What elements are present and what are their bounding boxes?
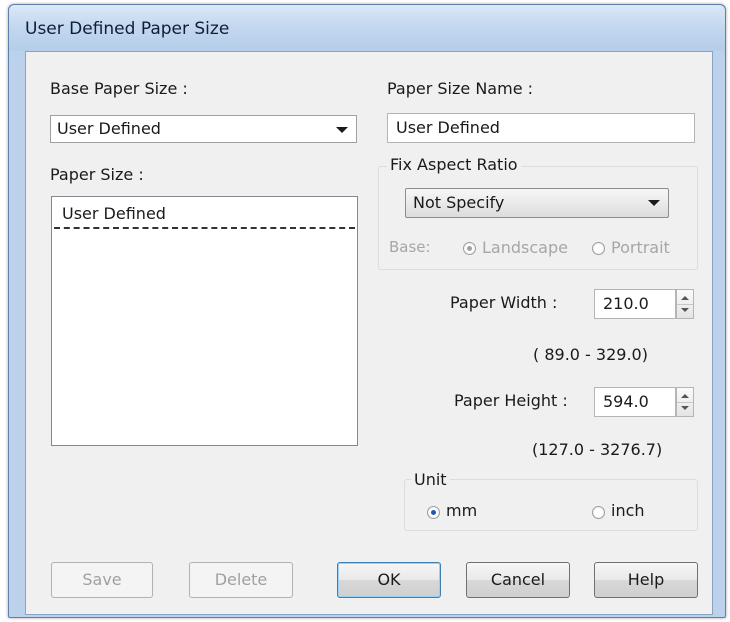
dialog-body: Base Paper Size : User Defined Paper Siz…: [25, 51, 713, 615]
paper-width-value: 210.0: [603, 294, 649, 313]
unit-mm-label: mm: [446, 501, 478, 520]
list-item[interactable]: User Defined: [54, 199, 355, 229]
paper-height-field[interactable]: 594.0: [594, 387, 676, 417]
chevron-up-icon: [681, 394, 689, 398]
chevron-down-icon: [648, 200, 660, 206]
base-paper-size-value: User Defined: [57, 119, 161, 138]
chevron-down-icon: [681, 308, 689, 312]
chevron-down-icon: [681, 406, 689, 410]
help-button[interactable]: Help: [594, 562, 698, 598]
base-paper-size-label: Base Paper Size :: [50, 79, 188, 98]
chevron-down-icon: [336, 127, 348, 133]
paper-size-label: Paper Size :: [50, 165, 144, 184]
ok-button[interactable]: OK: [337, 562, 441, 598]
unit-inch-label: inch: [611, 501, 645, 520]
paper-width-field[interactable]: 210.0: [594, 289, 676, 319]
paper-size-name-label: Paper Size Name :: [387, 79, 534, 98]
unit-label: Unit: [411, 470, 450, 489]
save-button[interactable]: Save: [51, 562, 153, 598]
paper-width-range: ( 89.0 - 329.0): [533, 345, 648, 364]
list-item-label: User Defined: [62, 204, 166, 223]
fix-aspect-ratio-value: Not Specify: [413, 193, 505, 212]
paper-height-label: Paper Height :: [454, 391, 568, 410]
unit-mm-radio[interactable]: [427, 506, 440, 519]
base-paper-size-select[interactable]: User Defined: [50, 115, 357, 143]
portrait-label: Portrait: [611, 238, 670, 257]
paper-size-name-field[interactable]: User Defined: [387, 113, 695, 143]
paper-size-name-value: User Defined: [396, 118, 500, 137]
paper-height-value: 594.0: [603, 392, 649, 411]
delete-button[interactable]: Delete: [189, 562, 293, 598]
portrait-radio[interactable]: [592, 242, 605, 255]
landscape-radio[interactable]: [463, 242, 476, 255]
unit-inch-radio[interactable]: [592, 506, 605, 519]
landscape-label: Landscape: [482, 238, 568, 257]
window-title: User Defined Paper Size: [25, 19, 230, 39]
dialog-window: User Defined Paper Size Base Paper Size …: [8, 4, 726, 618]
cancel-button[interactable]: Cancel: [466, 562, 570, 598]
paper-size-list[interactable]: User Defined: [51, 196, 358, 446]
fix-aspect-ratio-select[interactable]: Not Specify: [405, 188, 669, 218]
chevron-up-icon: [681, 296, 689, 300]
fix-aspect-ratio-label: Fix Aspect Ratio: [387, 155, 521, 174]
paper-height-range: (127.0 - 3276.7): [532, 440, 663, 459]
base-orientation-label: Base:: [389, 238, 431, 256]
paper-width-stepper[interactable]: [676, 289, 694, 319]
paper-width-label: Paper Width :: [450, 293, 558, 312]
paper-height-stepper[interactable]: [676, 387, 694, 417]
title-bar[interactable]: User Defined Paper Size: [9, 5, 725, 51]
